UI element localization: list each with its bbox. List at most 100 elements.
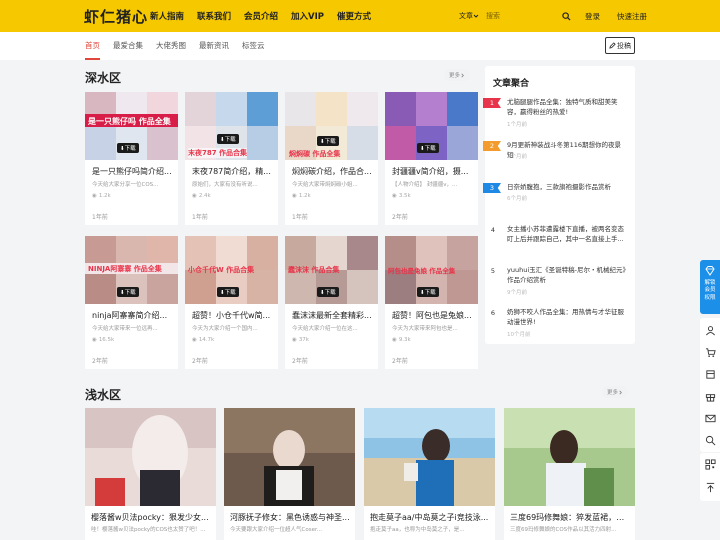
deep-card[interactable]: NINJA阿寨寨 作品全集 ⬇下载 ninja阿寨寨简介绍... 今天给大家带来… bbox=[85, 236, 178, 369]
download-badge-label: 下载 bbox=[424, 146, 436, 152]
shallow-card[interactable]: 樱落酱w贝法pocky：狠发少女... 哇！樱落酱w贝法pocky的COS也太赞… bbox=[85, 408, 216, 540]
card-title[interactable]: 河豚抚子修女：黑色诱惑与神圣... bbox=[230, 512, 350, 523]
card-title[interactable]: 封疆疆v简介绍，摄... bbox=[392, 166, 474, 177]
tab-news[interactable]: 最新资讯 bbox=[199, 32, 229, 60]
nav-contact[interactable]: 联系我们 bbox=[197, 10, 231, 22]
card-title[interactable]: 蠢沫沫最新全套精彩... bbox=[292, 310, 374, 321]
nav-member[interactable]: 会员介绍 bbox=[244, 10, 278, 22]
card-thumbnail: ⬇下载 bbox=[385, 92, 478, 160]
deep-card[interactable]: 末夜787 作品合集 ⬇下载 末夜787简介绍，精... 原始们，大家有没有听说… bbox=[185, 92, 278, 225]
card-thumbnail bbox=[224, 408, 355, 506]
cart-icon[interactable] bbox=[705, 347, 716, 358]
nav-update[interactable]: 催更方式 bbox=[337, 10, 371, 22]
post-button[interactable]: 投稿 bbox=[605, 37, 635, 54]
diamond-icon bbox=[705, 266, 715, 276]
aggregation-item-time: 1个月前 bbox=[507, 122, 527, 128]
card-desc: 抱走莫子aa，也称为中岛莫之子，是... bbox=[370, 527, 465, 533]
view-count: ◉ 2.4k bbox=[192, 193, 211, 199]
aggregation-item-text[interactable]: 日奈娇腹抱，三款旗袍摄影作品赏析 bbox=[507, 182, 627, 192]
thumbnail-overlay-text: 是一只熊仔吗 作品全集 bbox=[88, 117, 171, 126]
card-title[interactable]: 抱走莫子aa/中岛莫之子i竞技泳... bbox=[370, 512, 490, 523]
search-input[interactable]: 搜索 bbox=[481, 8, 559, 24]
site-logo[interactable]: 虾仁猪心 bbox=[84, 6, 148, 27]
chevron-right-icon bbox=[461, 73, 464, 77]
thumbnail-overlay-text: 小仓千代W 作品合集 bbox=[188, 266, 255, 274]
card-time: 2年前 bbox=[192, 358, 208, 365]
card-title[interactable]: 超赞！阿包也是兔娘... bbox=[392, 310, 474, 321]
card-title[interactable]: 末夜787简介绍，精... bbox=[192, 166, 274, 177]
deep-card[interactable]: 是一只熊仔吗 作品全集 ⬇下载 是一只熊仔吗简介绍... 今天给大家分享一位CO… bbox=[85, 92, 178, 225]
tab-tags[interactable]: 标签云 bbox=[242, 32, 265, 60]
deep-card[interactable]: 蠢沫沫 作品合集 ⬇下载 蠢沫沫最新全套精彩... 今天给大家介绍一位在这...… bbox=[285, 236, 378, 369]
card-desc: 三度69玛修舞娘的COS作品以其活力四射... bbox=[510, 527, 617, 533]
shallow-more-button[interactable]: 更多 bbox=[602, 386, 628, 398]
card-thumbnail: 焖焖碳 作品全集 ⬇下载 bbox=[285, 92, 378, 160]
float-tools bbox=[700, 318, 720, 452]
gift-icon[interactable] bbox=[705, 391, 716, 402]
card-title[interactable]: 樱落酱w贝法pocky：狠发少女... bbox=[91, 512, 211, 523]
arrow-up-icon[interactable] bbox=[705, 482, 716, 493]
view-count-value: 3.5k bbox=[398, 193, 411, 199]
card-title[interactable]: 三度69玛修舞娘：猝发蓝裙，活... bbox=[510, 512, 630, 523]
eye-icon: ◉ bbox=[392, 337, 397, 343]
shallow-card[interactable]: 三度69玛修舞娘：猝发蓝裙，活... 三度69玛修舞娘的COS作品以其活力四射.… bbox=[504, 408, 635, 540]
tab-home[interactable]: 首页 bbox=[85, 32, 100, 60]
nav-guide[interactable]: 新人指南 bbox=[150, 10, 184, 22]
vip-unlock-tab[interactable]: 解锁会员权限 bbox=[700, 260, 720, 314]
search-type-select[interactable]: 文章 bbox=[459, 11, 481, 21]
card-title[interactable]: ninja阿寨寨简介绍... bbox=[92, 310, 174, 321]
card-time: 2年前 bbox=[92, 358, 108, 365]
deep-card[interactable]: 小仓千代W 作品合集 ⬇下载 超赞！小仓千代w简... 今天为大家介绍一个国内.… bbox=[185, 236, 278, 369]
user-icon[interactable] bbox=[705, 325, 716, 336]
tab-showcase[interactable]: 大佬秀图 bbox=[156, 32, 186, 60]
download-badge-label: 下载 bbox=[124, 290, 136, 296]
card-thumbnail: NINJA阿寨寨 作品全集 ⬇下载 bbox=[85, 236, 178, 304]
card-time: 2年前 bbox=[392, 214, 408, 221]
search-type-label: 文章 bbox=[459, 12, 473, 20]
card-desc: 今天给大家介绍一位在这... bbox=[292, 326, 358, 332]
download-badge-label: 下载 bbox=[224, 137, 236, 143]
wallet-icon[interactable] bbox=[705, 369, 716, 380]
card-desc: 哇！樱落酱w贝法pocky的COS也太赞了吧！... bbox=[91, 527, 206, 533]
download-badge: ⬇下载 bbox=[317, 287, 339, 297]
login-link[interactable]: 登录 bbox=[585, 11, 600, 22]
eye-icon: ◉ bbox=[192, 337, 197, 343]
aggregation-item-text[interactable]: yuuhui玉汇《圣诞特稿-尼尔・机械纪元》作品介绍赏析 bbox=[507, 265, 627, 285]
deep-more-button[interactable]: 更多 bbox=[444, 69, 470, 81]
card-thumbnail bbox=[504, 408, 635, 506]
card-thumbnail bbox=[364, 408, 495, 506]
search-button[interactable] bbox=[559, 8, 574, 24]
deep-card[interactable]: 阿包也是兔娘 作品全集 ⬇下载 超赞！阿包也是兔娘... 今天为大家带来阿包也是… bbox=[385, 236, 478, 369]
download-badge: ⬇下载 bbox=[117, 143, 139, 153]
search-icon[interactable] bbox=[705, 435, 716, 446]
view-count-value: 37k bbox=[298, 337, 309, 343]
card-time: 1年前 bbox=[292, 214, 308, 221]
shallow-card[interactable]: 河豚抚子修女：黑色诱惑与神圣... 今天要跟大家介绍一位超人气Coser... bbox=[224, 408, 355, 540]
aggregation-item-text[interactable]: 奶狮不咬人作品全集：用热情与才华征服动漫世界! bbox=[507, 307, 627, 327]
download-badge: ⬇下载 bbox=[117, 287, 139, 297]
deep-card[interactable]: 焖焖碳 作品全集 ⬇下载 焖焖碳介绍，作品合... 今天给大家带焖焖碳小姐...… bbox=[285, 92, 378, 225]
rank-number: 4 bbox=[490, 226, 495, 234]
card-title[interactable]: 是一只熊仔吗简介绍... bbox=[92, 166, 174, 177]
download-badge-label: 下载 bbox=[324, 139, 336, 145]
deep-card[interactable]: ⬇下载 封疆疆v简介绍，摄... 【人物介绍】 封疆疆v，... ◉ 3.5k 2… bbox=[385, 92, 478, 225]
view-count: ◉ 1.2k bbox=[92, 193, 111, 199]
card-title[interactable]: 焖焖碳介绍，作品合... bbox=[292, 166, 374, 177]
nav-join-vip[interactable]: 加入VIP bbox=[291, 10, 324, 22]
thumbnail-overlay-text: NINJA阿寨寨 作品全集 bbox=[88, 265, 162, 273]
thumbnail-overlay-text: 蠢沫沫 作品合集 bbox=[288, 266, 340, 274]
tab-favorites[interactable]: 最爱合集 bbox=[113, 32, 143, 60]
aggregation-item-text[interactable]: 尤脑腿腿作品全集：独特气质和甜美笑容，赢得粉丝的热爱! bbox=[507, 97, 627, 117]
pencil-icon bbox=[609, 42, 616, 49]
main-nav: 新人指南 联系我们 会员介绍 加入VIP 催更方式 bbox=[150, 0, 384, 32]
shallow-card[interactable]: 抱走莫子aa/中岛莫之子i竞技泳... 抱走莫子aa，也称为中岛莫之子，是... bbox=[364, 408, 495, 540]
eye-icon: ◉ bbox=[192, 193, 197, 199]
qrcode-icon[interactable] bbox=[705, 459, 716, 470]
card-title[interactable]: 超赞！小仓千代w简... bbox=[192, 310, 274, 321]
search-icon bbox=[562, 11, 571, 21]
view-count-value: 1.2k bbox=[98, 193, 111, 199]
download-badge: ⬇下载 bbox=[417, 287, 439, 297]
register-link[interactable]: 快速注册 bbox=[617, 11, 647, 22]
aggregation-item-text[interactable]: 女主播小苏菲遭露楼下直播，被两名变态盯上后并跟踪自己，其中一名直接上手... bbox=[507, 224, 627, 244]
mail-icon[interactable] bbox=[705, 413, 716, 424]
